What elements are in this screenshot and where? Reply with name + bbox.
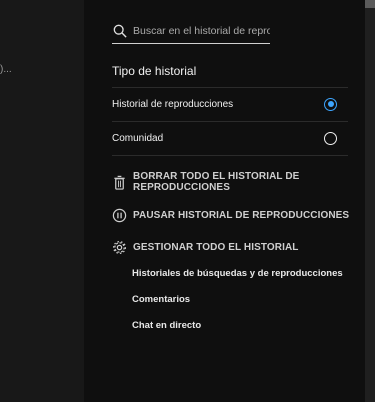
clear-all-history-button[interactable]: BORRAR TODO EL HISTORIAL DE REPRODUCCION… (112, 171, 375, 193)
clear-all-history-label: BORRAR TODO EL HISTORIAL DE REPRODUCCION… (133, 171, 300, 193)
history-side-panel (84, 0, 375, 402)
radio-label-watch-history: Historial de reproducciones (112, 98, 234, 110)
radio-option-watch-history[interactable]: Historial de reproducciones (112, 87, 348, 121)
link-live-chat[interactable]: Chat en directo (132, 320, 201, 331)
left-content-pane: )... (0, 0, 84, 402)
radio-button-unselected[interactable] (324, 131, 337, 145)
scrollbar-thumb[interactable] (365, 0, 375, 8)
search-input[interactable] (133, 24, 270, 37)
divider (112, 155, 348, 156)
radio-label-community: Comunidad (112, 132, 164, 144)
history-type-title: Tipo de historial (112, 64, 197, 78)
search-icon[interactable] (113, 24, 127, 38)
radio-button-selected[interactable] (324, 97, 337, 111)
trash-icon (114, 175, 125, 190)
radio-option-community[interactable]: Comunidad (112, 121, 348, 155)
link-comments[interactable]: Comentarios (132, 294, 190, 305)
pause-history-label: PAUSAR HISTORIAL DE REPRODUCCIONES (133, 209, 350, 221)
manage-all-history-label: GESTIONAR TODO EL HISTORIAL (133, 241, 299, 253)
history-search-box[interactable] (112, 18, 270, 44)
truncated-text: )... (0, 64, 12, 75)
link-search-and-watch-history[interactable]: Historiales de búsquedas y de reproducci… (132, 268, 343, 279)
manage-all-history-button[interactable]: GESTIONAR TODO EL HISTORIAL (112, 237, 299, 257)
pause-icon (112, 208, 127, 222)
gear-icon (112, 240, 127, 254)
scrollbar[interactable] (365, 0, 375, 402)
pause-history-button[interactable]: PAUSAR HISTORIAL DE REPRODUCCIONES (112, 205, 349, 225)
